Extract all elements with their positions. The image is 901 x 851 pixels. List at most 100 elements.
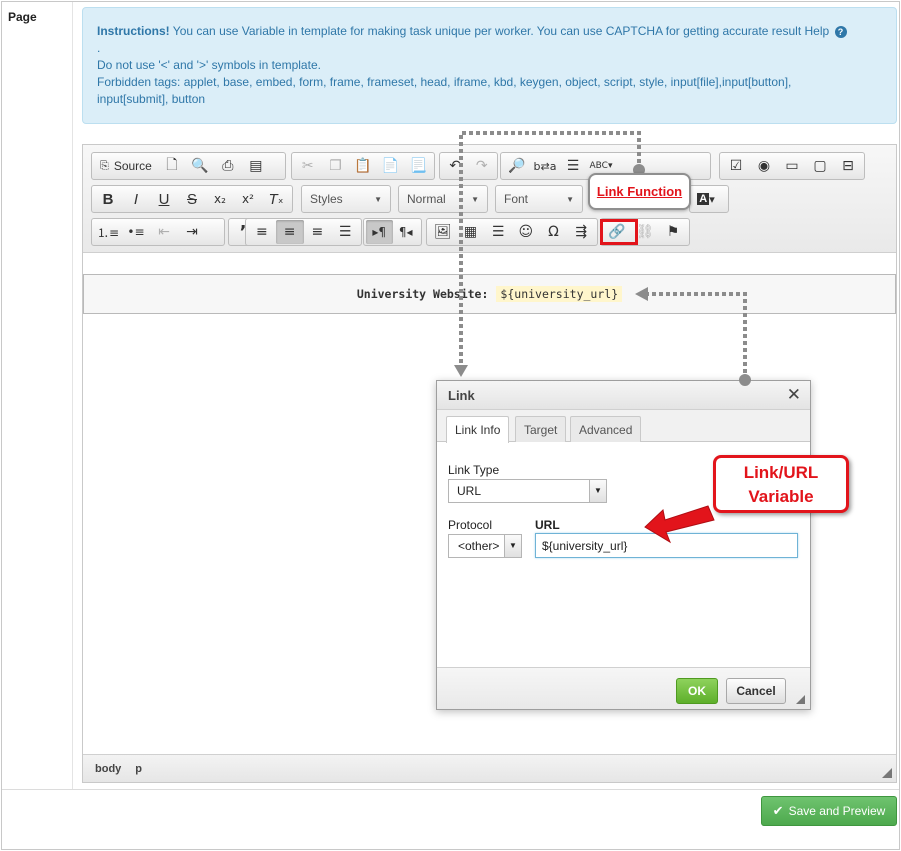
toolbar-group-undo: ↶ ↷ bbox=[439, 152, 498, 180]
toolbar-group-insert: 🖼 ▦ ☰ ☺ Ω ⇶ bbox=[426, 218, 598, 246]
format-dropdown[interactable]: Normal ▼ bbox=[398, 185, 488, 213]
link-dialog: Link ✕ Link Info Target Advanced Link Ty… bbox=[436, 380, 811, 710]
print-icon[interactable]: ⎙ bbox=[214, 154, 242, 178]
ok-button[interactable]: OK bbox=[676, 678, 718, 704]
placeholder-label: University Website: bbox=[356, 287, 489, 301]
find-icon[interactable]: 🔎 bbox=[503, 154, 531, 178]
close-icon[interactable]: ✕ bbox=[787, 385, 801, 405]
page-label: Page bbox=[8, 10, 37, 24]
page-break-icon[interactable]: ⇶ bbox=[567, 220, 595, 244]
select-all-icon[interactable]: ☰ bbox=[559, 154, 587, 178]
checkbox-icon[interactable]: ☑ bbox=[722, 154, 750, 178]
placeholder-variable[interactable]: ${university_url} bbox=[496, 286, 623, 302]
check-icon: ✔ bbox=[772, 803, 784, 818]
instructions-line-4: input[submit], button bbox=[97, 92, 206, 106]
footer-divider bbox=[2, 789, 899, 790]
remove-format-icon[interactable]: Tₓ bbox=[262, 187, 290, 211]
superscript-icon[interactable]: x² bbox=[234, 187, 262, 211]
url-label: URL bbox=[535, 518, 560, 532]
underline-icon[interactable]: U bbox=[150, 187, 178, 211]
paste-word-icon[interactable]: 📃 bbox=[404, 154, 432, 178]
dialog-tabs: Link Info Target Advanced bbox=[437, 410, 810, 443]
indent-icon[interactable]: ⇥ bbox=[178, 220, 206, 244]
align-left-icon[interactable]: ≡ bbox=[248, 220, 276, 244]
toolbar-group-clipboard: ✂ ❐ 📋 📄 📃 bbox=[291, 152, 435, 180]
text-field-icon[interactable]: ▭ bbox=[778, 154, 806, 178]
table-icon[interactable]: ▦ bbox=[457, 220, 485, 244]
toolbar-group-align: ≡ ≡ ≡ ☰ bbox=[245, 218, 362, 246]
chevron-down-icon: ▼ bbox=[471, 194, 479, 204]
radio-icon[interactable]: ◉ bbox=[750, 154, 778, 178]
chevron-down-icon: ▼ bbox=[504, 535, 521, 557]
editor-toolbar: ⎘ Source 🗋 🔍 ⎙ ▤ ✂ ❐ 📋 📄 📃 ↶ ↷ 🔎 b⇄a ☰ AB… bbox=[83, 145, 896, 253]
templates-icon[interactable]: ▤ bbox=[242, 154, 270, 178]
protocol-label: Protocol bbox=[448, 518, 493, 532]
font-dropdown[interactable]: Font ▼ bbox=[495, 185, 583, 213]
numbered-list-icon[interactable]: ⒈≡ bbox=[94, 220, 122, 244]
subscript-icon[interactable]: x₂ bbox=[206, 187, 234, 211]
redo-icon[interactable]: ↷ bbox=[469, 154, 496, 178]
editor-resize-handle[interactable] bbox=[882, 768, 892, 778]
tab-target[interactable]: Target bbox=[515, 416, 567, 442]
dialog-title[interactable]: Link bbox=[437, 381, 810, 410]
link-type-select[interactable]: URL ▼ bbox=[448, 479, 607, 503]
callout-line-1: Link/URL bbox=[743, 463, 819, 482]
outdent-icon[interactable]: ⇤ bbox=[150, 220, 178, 244]
source-button[interactable]: ⎘ Source bbox=[94, 154, 158, 178]
toolbar-group-bidi: ▸¶ ¶◂ bbox=[363, 218, 422, 246]
chevron-down-icon: ▼ bbox=[374, 194, 382, 204]
undo-icon[interactable]: ↶ bbox=[442, 154, 469, 178]
tab-link-info[interactable]: Link Info bbox=[446, 416, 510, 443]
select-field-icon[interactable]: ⊟ bbox=[834, 154, 862, 178]
protocol-select[interactable]: <other> ▼ bbox=[448, 534, 522, 558]
new-page-icon[interactable]: 🗋 bbox=[158, 154, 186, 178]
anchor-flag-icon[interactable]: ⚑ bbox=[659, 220, 687, 244]
styles-dropdown[interactable]: Styles ▼ bbox=[301, 185, 391, 213]
smiley-icon[interactable]: ☺ bbox=[512, 220, 540, 244]
cancel-button[interactable]: Cancel bbox=[726, 678, 786, 704]
url-input[interactable] bbox=[535, 533, 798, 558]
paste-icon[interactable]: 📋 bbox=[349, 154, 377, 178]
background-color-icon[interactable]: A ▾ bbox=[692, 187, 720, 211]
instructions-line-2: Do not use '<' and '>' symbols in templa… bbox=[97, 58, 321, 72]
special-char-icon[interactable]: Ω bbox=[540, 220, 568, 244]
save-and-preview-button[interactable]: ✔ Save and Preview bbox=[761, 796, 897, 826]
path-body[interactable]: body bbox=[95, 763, 121, 775]
instructions-dot: . bbox=[97, 41, 101, 55]
instructions-title: Instructions! bbox=[97, 24, 170, 38]
chevron-down-icon: ▼ bbox=[589, 480, 606, 502]
paste-text-icon[interactable]: 📄 bbox=[377, 154, 405, 178]
rtl-icon[interactable]: ¶◂ bbox=[393, 220, 420, 244]
link-function-callout: Link Function bbox=[588, 173, 691, 210]
copy-icon[interactable]: ❐ bbox=[322, 154, 350, 178]
chevron-down-icon: ▼ bbox=[566, 194, 574, 204]
horizontal-line-icon[interactable]: ☰ bbox=[484, 220, 512, 244]
strikethrough-icon[interactable]: S bbox=[178, 187, 206, 211]
ltr-icon[interactable]: ▸¶ bbox=[366, 220, 393, 244]
justify-icon[interactable]: ☰ bbox=[331, 220, 359, 244]
align-right-icon[interactable]: ≡ bbox=[304, 220, 332, 244]
bold-icon[interactable]: B bbox=[94, 187, 122, 211]
dialog-resize-handle[interactable] bbox=[796, 695, 805, 704]
textarea-icon[interactable]: ▢ bbox=[806, 154, 834, 178]
preview-icon[interactable]: 🔍 bbox=[186, 154, 214, 178]
callout-line-2: Variable bbox=[748, 487, 814, 506]
instructions-line-3: Forbidden tags: applet, base, embed, for… bbox=[97, 75, 792, 89]
url-variable-callout: Link/URL Variable bbox=[713, 455, 849, 513]
toolbar-group-document: ⎘ Source 🗋 🔍 ⎙ ▤ bbox=[91, 152, 286, 180]
path-p[interactable]: p bbox=[135, 763, 142, 775]
dialog-footer: OK Cancel bbox=[437, 667, 810, 709]
cut-icon[interactable]: ✂ bbox=[294, 154, 322, 178]
toolbar-group-forms: ☑ ◉ ▭ ▢ ⊟ bbox=[719, 152, 865, 180]
replace-icon[interactable]: b⇄a bbox=[531, 154, 559, 178]
label-column-divider bbox=[72, 2, 73, 790]
question-circle-icon[interactable]: ? bbox=[834, 26, 847, 38]
bulleted-list-icon[interactable]: •≡ bbox=[122, 220, 150, 244]
toolbar-group-basicstyles: B I U S x₂ x² Tₓ bbox=[91, 185, 293, 213]
italic-icon[interactable]: I bbox=[122, 187, 150, 211]
link-type-label: Link Type bbox=[448, 463, 500, 477]
tab-advanced[interactable]: Advanced bbox=[570, 416, 642, 442]
image-icon[interactable]: 🖼 bbox=[429, 220, 457, 244]
align-center-icon[interactable]: ≡ bbox=[275, 220, 304, 244]
link-button-highlight bbox=[600, 219, 638, 245]
